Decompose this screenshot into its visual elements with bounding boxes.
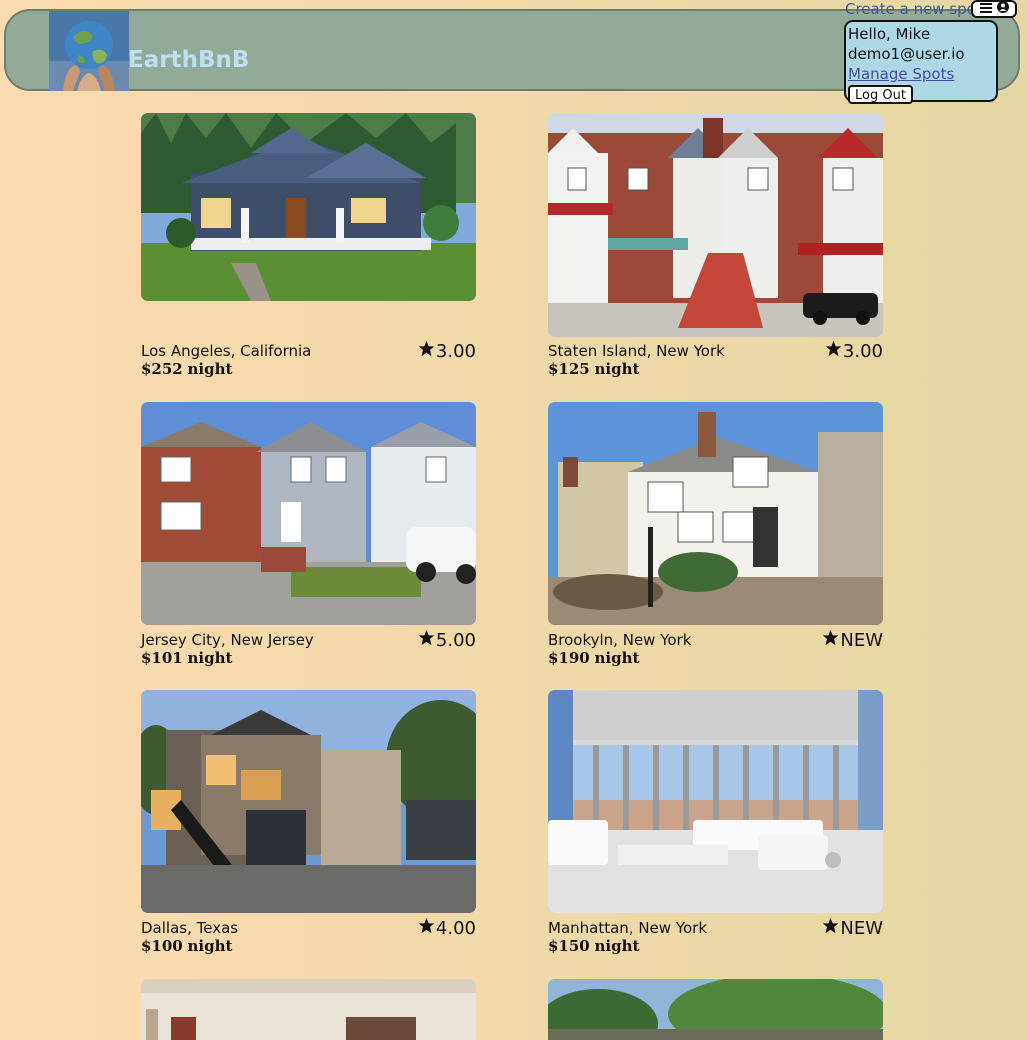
spot-card[interactable]: Jersey City, New Jersey 5.00 $101 night [141,402,476,667]
earth-logo[interactable] [49,11,129,91]
user-email: demo1@user.io [848,45,965,63]
spot-card[interactable]: Staten Island, New York 3.00 $125 night [548,113,883,378]
price-amount: $190 [548,649,590,667]
star-icon [418,917,435,939]
spot-location: Brookyln, New York [548,631,692,649]
spot-rating: 4.00 [418,917,476,939]
user-circle-icon [996,0,1009,18]
spot-card[interactable]: Los Angeles, California 3.00 $252 night [141,113,476,378]
rating-value: 4.00 [435,917,476,939]
spot-image[interactable] [548,402,883,625]
create-spot-link[interactable]: Create a new spot [845,0,982,18]
star-icon [822,917,839,939]
price-unit: night [187,360,233,378]
price-unit: night [594,937,640,955]
spot-card[interactable] [548,979,883,1040]
price-amount: $150 [548,937,590,955]
price-unit: night [594,649,640,667]
spot-card[interactable]: Manhattan, New York NEW $150 night [548,690,883,955]
manage-spots-link[interactable]: Manage Spots [848,65,954,83]
rating-value: NEW [840,917,883,939]
spot-card[interactable]: Dallas, Texas 4.00 $100 night [141,690,476,955]
spot-image[interactable] [141,979,476,1040]
hamburger-icon [979,0,992,18]
price-amount: $100 [141,937,183,955]
price-unit: night [594,360,640,378]
price-amount: $252 [141,360,183,378]
rating-value: 3.00 [435,340,476,362]
spot-image[interactable] [548,690,883,913]
spot-rating: NEW [822,917,883,939]
spot-rating: 3.00 [825,340,883,362]
spot-location: Manhattan, New York [548,919,708,937]
price-amount: $101 [141,649,183,667]
spot-rating: NEW [822,629,883,651]
spot-card[interactable]: Brookyln, New York NEW $190 night [548,402,883,667]
rating-value: 3.00 [842,340,883,362]
brand-name[interactable]: EarthBnB [128,47,249,73]
spot-price: $101 night [141,649,232,667]
price-unit: night [187,649,233,667]
spot-location: Jersey City, New Jersey [141,631,314,649]
spot-image[interactable] [548,979,883,1040]
user-dropdown-menu: Hello, Mike demo1@user.io Manage Spots L… [844,20,998,104]
star-icon [825,340,842,362]
star-icon [822,629,839,651]
spot-image[interactable] [141,402,476,625]
spot-image[interactable] [141,690,476,913]
profile-menu-button[interactable] [971,0,1017,18]
spot-price: $125 night [548,360,639,378]
spot-location: Dallas, Texas [141,919,239,937]
spot-price: $252 night [141,360,232,378]
spot-price: $150 night [548,937,639,955]
star-icon [418,340,435,362]
rating-value: 5.00 [435,629,476,651]
price-unit: night [187,937,233,955]
spot-location: Los Angeles, California [141,342,312,360]
spot-card[interactable] [141,979,476,1040]
spot-image[interactable] [548,113,883,337]
rating-value: NEW [840,629,883,651]
logout-button[interactable]: Log Out [848,85,913,104]
star-icon [418,629,435,651]
spot-rating: 3.00 [418,340,476,362]
spot-image[interactable] [141,113,476,301]
price-amount: $125 [548,360,590,378]
spot-location: Staten Island, New York [548,342,725,360]
user-greeting: Hello, Mike [848,25,931,43]
spot-price: $190 night [548,649,639,667]
spot-price: $100 night [141,937,232,955]
spot-rating: 5.00 [418,629,476,651]
